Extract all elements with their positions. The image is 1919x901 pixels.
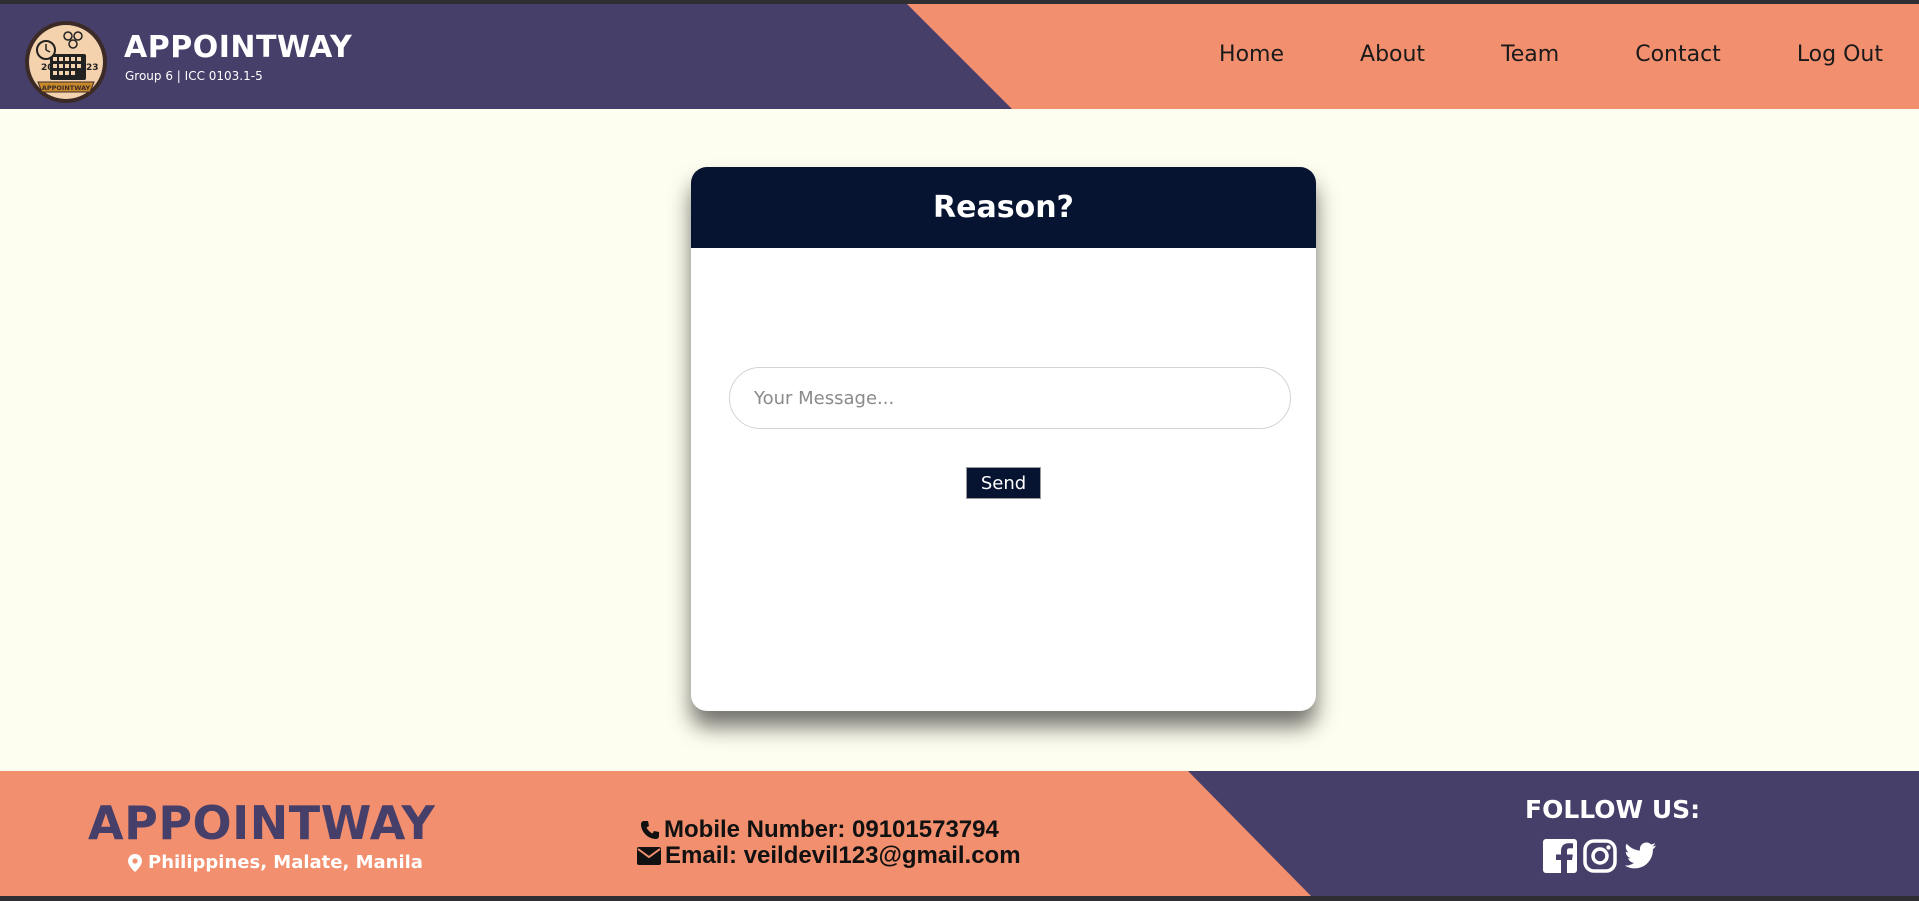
map-pin-icon <box>128 853 142 872</box>
phone-line: Mobile Number: 09101573794 <box>640 816 999 844</box>
site-header: 20 23 APPOINTWAY APPOINTWAY Group 6 | IC… <box>0 4 1919 109</box>
email-line: Email: veildevil123@gmail.com <box>637 842 1021 870</box>
footer-brand: APPOINTWAY <box>88 796 436 850</box>
card-header: Reason? <box>691 167 1316 248</box>
nav-log-out[interactable]: Log Out <box>1797 42 1883 67</box>
footer-location: Philippines, Malate, Manila <box>128 852 423 873</box>
site-footer: APPOINTWAY Philippines, Malate, Manila M… <box>0 771 1919 896</box>
reason-card: Reason? Send <box>691 167 1316 711</box>
svg-text:20: 20 <box>41 63 54 73</box>
brand-title: APPOINTWAY <box>124 30 353 65</box>
brand-subtitle: Group 6 | ICC 0103.1-5 <box>125 69 263 83</box>
nav-about[interactable]: About <box>1360 42 1425 67</box>
phone-text: Mobile Number: 09101573794 <box>664 816 999 843</box>
send-button[interactable]: Send <box>966 467 1041 499</box>
svg-text:APPOINTWAY: APPOINTWAY <box>42 84 91 92</box>
appointway-logo[interactable]: 20 23 APPOINTWAY <box>24 20 108 104</box>
phone-icon <box>641 821 659 839</box>
email-text: Email: veildevil123@gmail.com <box>665 842 1021 869</box>
svg-text:23: 23 <box>86 63 99 73</box>
message-input[interactable] <box>729 367 1291 429</box>
card-title: Reason? <box>933 190 1074 225</box>
facebook-icon[interactable] <box>1542 838 1578 874</box>
page: 20 23 APPOINTWAY APPOINTWAY Group 6 | IC… <box>0 0 1919 901</box>
twitter-icon[interactable] <box>1622 838 1658 874</box>
follow-title: FOLLOW US: <box>1525 795 1701 824</box>
main-nav: Home About Team Contact Log Out <box>1219 42 1883 67</box>
bottom-border <box>0 896 1919 901</box>
location-text: Philippines, Malate, Manila <box>148 852 423 873</box>
nav-team[interactable]: Team <box>1501 42 1559 67</box>
instagram-icon[interactable] <box>1582 838 1618 874</box>
nav-contact[interactable]: Contact <box>1635 42 1721 67</box>
nav-home[interactable]: Home <box>1219 42 1284 67</box>
envelope-icon <box>637 847 661 865</box>
